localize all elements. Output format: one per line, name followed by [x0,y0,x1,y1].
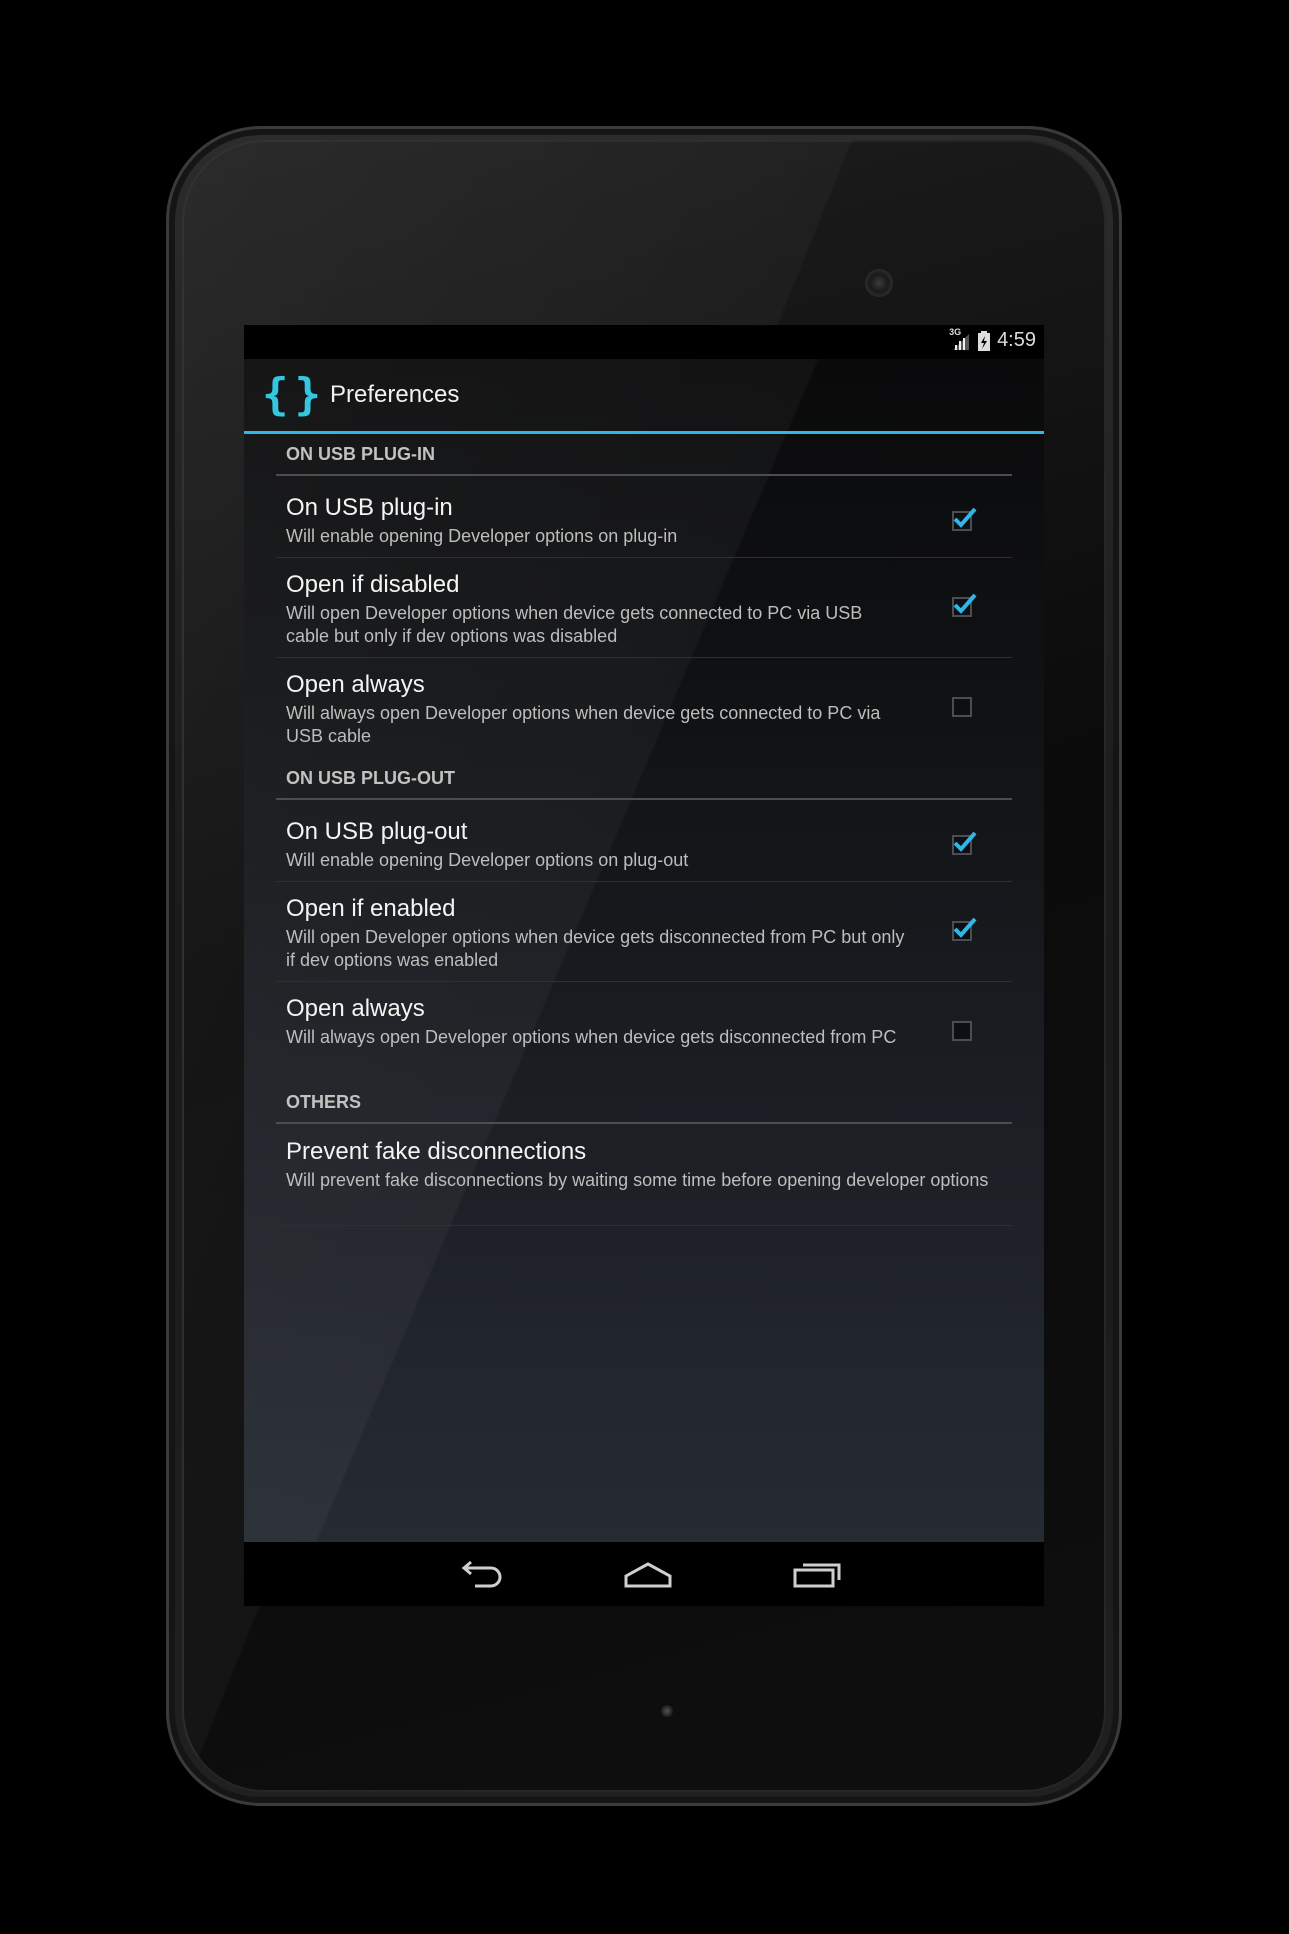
category-header-usb-plug-out: ON USB PLUG-OUT [276,758,1012,800]
pref-open-if-disabled[interactable]: Open if disabled Will open Developer opt… [276,558,1012,658]
action-bar: {} Preferences [244,359,1044,434]
front-camera [865,269,893,297]
page-title: Preferences [330,381,460,408]
signal-3g-icon: 3G [949,327,971,352]
preferences-content: {} Preferences ON USB PLUG-IN On USB plu… [244,359,1044,1542]
pref-summary: Will always open Developer options when … [286,1027,897,1047]
pref-title: On USB plug-out [286,818,468,845]
pref-summary: Will open Developer options when device … [286,603,863,646]
curly-braces-icon[interactable]: {} [262,373,321,417]
battery-charging-icon [977,330,991,352]
pref-checkbox[interactable] [952,917,977,941]
navigation-bar [244,1542,1044,1606]
pref-on-usb-plug-out[interactable]: On USB plug-out Will enable opening Deve… [276,800,1012,882]
pref-open-if-enabled[interactable]: Open if enabled Will open Developer opti… [276,882,1012,982]
checkmark-icon [953,917,977,938]
pref-checkbox[interactable] [952,1021,972,1041]
home-icon[interactable] [618,1556,678,1592]
pref-title: Open if disabled [286,571,460,598]
status-time: 4:59 [997,329,1036,351]
pref-checkbox[interactable] [952,593,977,617]
checkmark-icon [953,831,977,852]
category-header-usb-plug-in: ON USB PLUG-IN [276,434,1012,476]
pref-title: Open always [286,995,425,1022]
pref-prevent-fake-disconnections[interactable]: Prevent fake disconnections Will prevent… [276,1124,1012,1226]
pref-open-always-plug-out[interactable]: Open always Will always open Developer o… [276,982,1012,1082]
pref-title: Open always [286,671,425,698]
pref-checkbox[interactable] [952,697,972,717]
checkmark-icon [953,507,977,528]
pref-title: Prevent fake disconnections [286,1138,587,1165]
status-bar: 3G 4:59 [244,325,1044,359]
screen: 3G 4:59 {} Preferences ON USB PLUG-IN On… [244,325,1044,1606]
pref-title: Open if enabled [286,895,456,922]
pref-on-usb-plug-in[interactable]: On USB plug-in Will enable opening Devel… [276,476,1012,558]
pref-summary: Will enable opening Developer options on… [286,850,689,870]
pref-summary: Will open Developer options when device … [286,927,905,970]
recents-icon[interactable] [789,1556,849,1592]
back-icon[interactable] [451,1556,511,1592]
preferences-list: ON USB PLUG-IN On USB plug-in Will enabl… [276,434,1012,1226]
pref-checkbox[interactable] [952,831,977,855]
category-header-others: OTHERS [276,1082,1012,1124]
pref-summary: Will enable opening Developer options on… [286,526,678,546]
pref-open-always-plug-in[interactable]: Open always Will always open Developer o… [276,658,1012,758]
pref-checkbox[interactable] [952,507,977,531]
pref-title: On USB plug-in [286,494,453,521]
pref-summary: Will prevent fake disconnections by wait… [286,1170,989,1190]
checkmark-icon [953,593,977,614]
pref-summary: Will always open Developer options when … [286,703,881,746]
light-sensor [661,1705,673,1717]
